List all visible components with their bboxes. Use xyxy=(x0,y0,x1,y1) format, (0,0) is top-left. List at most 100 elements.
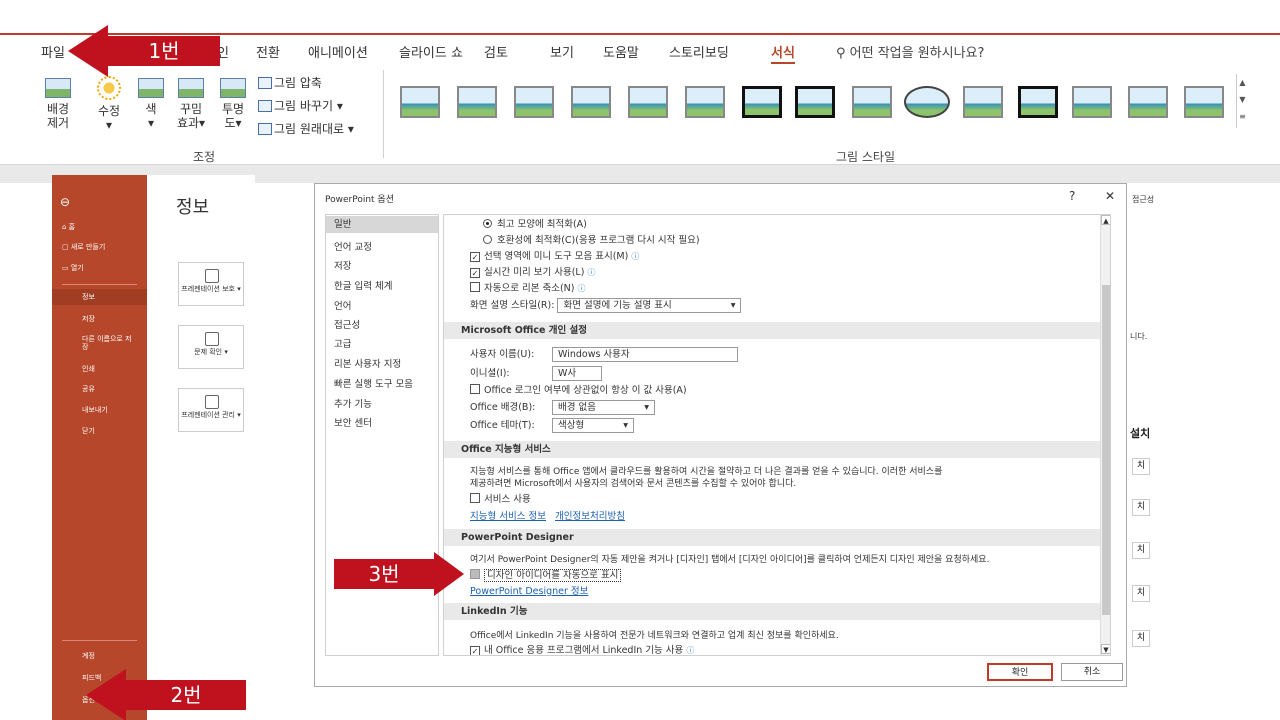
picture-style-8[interactable] xyxy=(795,86,835,118)
backstage-export[interactable]: 내보내기 xyxy=(82,405,108,415)
picture-style-13[interactable] xyxy=(1072,86,1112,118)
live-preview-option[interactable]: ✓ 실시간 미리 보기 사용(L) ⓘ xyxy=(470,264,595,278)
radio-selected[interactable] xyxy=(483,219,492,228)
chevron-down-icon[interactable]: ▼ xyxy=(1101,644,1110,654)
check-issues-card[interactable]: 문제 확인 ▾ xyxy=(178,325,244,369)
transparency-button[interactable]: 투명 도▾ xyxy=(218,78,248,130)
checkbox-checked[interactable]: ✓ xyxy=(470,646,480,655)
tab-storyboarding[interactable]: 스토리보딩 xyxy=(669,42,729,61)
tab-review[interactable]: 검토 xyxy=(484,42,508,61)
picture-style-4[interactable] xyxy=(571,86,611,118)
backstage-print[interactable]: 인쇄 xyxy=(82,364,95,374)
picture-style-14[interactable] xyxy=(1128,86,1168,118)
right-panel-tab[interactable]: 접근성 xyxy=(1132,194,1154,205)
nav-language[interactable]: 언어 xyxy=(334,298,351,312)
corrections-button[interactable]: 수정 ▾ xyxy=(94,76,124,132)
backstage-new[interactable]: ▢ 새로 만들기 xyxy=(62,242,105,252)
install-button[interactable]: 치 xyxy=(1132,499,1150,516)
color-button[interactable]: 색 ▾ xyxy=(136,78,166,130)
checkbox[interactable] xyxy=(470,569,480,579)
tab-view[interactable]: 보기 xyxy=(550,42,574,61)
install-button[interactable]: 치 xyxy=(1132,630,1150,647)
linkedin-option[interactable]: ✓ 내 Office 응용 프로그램에서 LinkedIn 기능 사용 ⓘ xyxy=(470,642,694,655)
scrollbar-thumb[interactable] xyxy=(1102,285,1110,615)
compress-pictures-button[interactable]: 그림 압축 xyxy=(258,74,322,91)
backstage-share[interactable]: 공유 xyxy=(82,384,95,394)
tab-file[interactable]: 파일 xyxy=(41,42,65,61)
back-arrow-icon[interactable]: ⊖ xyxy=(60,195,70,209)
backstage-save-as[interactable]: 다른 이름으로 저장 xyxy=(82,335,132,351)
collapse-ribbon-option[interactable]: 자동으로 리본 축소(N) ⓘ xyxy=(470,280,586,294)
radio[interactable] xyxy=(483,235,492,244)
checkbox-checked[interactable]: ✓ xyxy=(470,268,480,278)
auto-design-ideas-option[interactable]: 디자인 아이디어를 자동으로 표시 xyxy=(470,567,622,582)
remove-background-button[interactable]: 배경 제거 xyxy=(43,78,73,130)
picture-style-3[interactable] xyxy=(514,86,554,118)
designer-info-link[interactable]: PowerPoint Designer 정보 xyxy=(470,586,588,597)
backstage-account[interactable]: 계정 xyxy=(82,651,95,661)
tell-me-search[interactable]: ⚲ 어떤 작업을 원하시나요? xyxy=(836,42,984,61)
checkbox[interactable] xyxy=(470,493,480,503)
nav-advanced[interactable]: 고급 xyxy=(334,336,351,350)
backstage-open[interactable]: ▭ 열기 xyxy=(62,263,84,273)
artistic-effects-button[interactable]: 꾸밈 효과▾ xyxy=(176,78,206,130)
ok-button[interactable]: 확인 xyxy=(987,663,1053,681)
mini-toolbar-option[interactable]: ✓ 선택 영역에 미니 도구 모음 표시(M) ⓘ xyxy=(470,248,639,262)
picture-style-5[interactable] xyxy=(628,86,668,118)
gallery-scroll[interactable]: ▲ ▼ ≡ xyxy=(1236,74,1248,128)
protect-presentation-card[interactable]: 프레젠테이션 보호 ▾ xyxy=(178,262,244,306)
content-scrollbar[interactable]: ▲ ▼ xyxy=(1100,215,1110,655)
optimize-compat-option[interactable]: 호환성에 최적화(C)(응용 프로그램 다시 시작 필요) xyxy=(483,232,700,246)
optimize-best-option[interactable]: 최고 모양에 최적화(A) xyxy=(483,216,587,230)
picture-style-9[interactable] xyxy=(852,86,892,118)
nav-ime[interactable]: 한글 입력 체계 xyxy=(334,278,392,292)
checkbox-checked[interactable]: ✓ xyxy=(470,252,480,262)
nav-trust-center[interactable]: 보안 센터 xyxy=(334,415,372,429)
picture-style-10[interactable] xyxy=(904,86,950,118)
backstage-home[interactable]: ⌂ 홈 xyxy=(62,222,75,232)
tab-format[interactable]: 서식 xyxy=(771,42,795,64)
nav-quick-access[interactable]: 빠른 실행 도구 모음 xyxy=(334,376,413,390)
privacy-link[interactable]: 개인정보처리방침 xyxy=(555,511,625,522)
picture-style-1[interactable] xyxy=(400,86,440,118)
tooltip-style-select[interactable]: 화면 설명에 기능 설명 표시 ▾ xyxy=(557,298,742,313)
always-use-option[interactable]: Office 로그인 여부에 상관없이 항상 이 값 사용(A) xyxy=(470,382,687,396)
tab-help[interactable]: 도움말 xyxy=(603,42,639,61)
manage-presentation-card[interactable]: 프레젠테이션 관리 ▾ xyxy=(178,388,244,432)
initials-field[interactable]: W사 xyxy=(552,366,602,381)
help-button[interactable]: ? xyxy=(1069,189,1075,203)
picture-style-12[interactable] xyxy=(1018,86,1058,118)
office-bg-select[interactable]: 배경 없음 ▾ xyxy=(552,400,655,415)
picture-style-15[interactable] xyxy=(1184,86,1224,118)
picture-style-11[interactable] xyxy=(963,86,1003,118)
intelligent-services-link[interactable]: 지능형 서비스 정보 xyxy=(470,511,546,522)
nav-accessibility[interactable]: 접근성 xyxy=(334,317,360,331)
backstage-info[interactable]: 정보 xyxy=(52,289,147,305)
install-button[interactable]: 치 xyxy=(1132,542,1150,559)
office-theme-select[interactable]: 색상형 ▾ xyxy=(552,418,634,433)
chevron-up-icon[interactable]: ▲ xyxy=(1101,215,1110,225)
checkbox[interactable] xyxy=(470,384,480,394)
backstage-save[interactable]: 저장 xyxy=(82,314,95,324)
close-icon[interactable]: ✕ xyxy=(1105,189,1115,203)
install-button[interactable]: 치 xyxy=(1132,585,1150,602)
install-button[interactable]: 치 xyxy=(1132,458,1150,475)
nav-proofing[interactable]: 언어 교정 xyxy=(334,239,372,253)
backstage-close[interactable]: 닫기 xyxy=(82,426,95,436)
nav-general[interactable]: 일반 xyxy=(326,216,438,233)
nav-save[interactable]: 저장 xyxy=(334,258,351,272)
tab-transitions[interactable]: 전환 xyxy=(256,42,280,61)
change-picture-button[interactable]: 그림 바꾸기 ▾ xyxy=(258,97,343,114)
checkbox[interactable] xyxy=(470,282,480,292)
tab-slideshow[interactable]: 슬라이드 쇼 xyxy=(399,42,463,61)
enable-services-option[interactable]: 서비스 사용 xyxy=(470,491,531,505)
nav-customize-ribbon[interactable]: 리본 사용자 지정 xyxy=(334,356,401,370)
reset-picture-button[interactable]: 그림 원래대로 ▾ xyxy=(258,120,354,137)
nav-addins[interactable]: 추가 기능 xyxy=(334,396,372,410)
picture-style-6[interactable] xyxy=(685,86,725,118)
picture-style-7[interactable] xyxy=(742,86,782,118)
cancel-button[interactable]: 취소 xyxy=(1061,663,1123,681)
tab-animations[interactable]: 애니메이션 xyxy=(308,42,368,61)
username-field[interactable]: Windows 사용자 xyxy=(552,347,738,362)
picture-style-2[interactable] xyxy=(457,86,497,118)
